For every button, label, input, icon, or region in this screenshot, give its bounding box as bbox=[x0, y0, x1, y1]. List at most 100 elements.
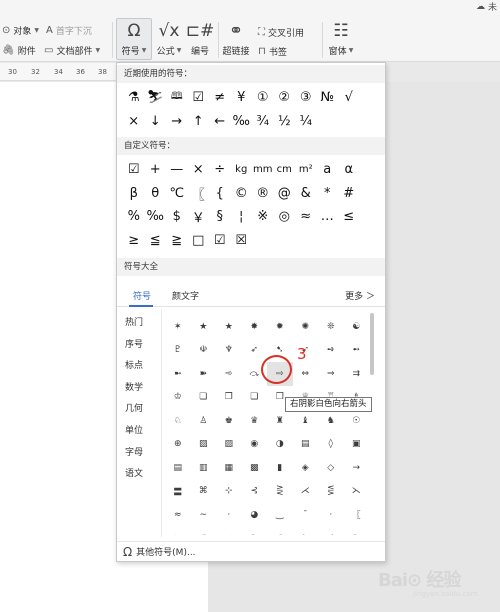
more-link[interactable]: 更多 ＞ bbox=[345, 289, 375, 302]
recent-symbol-cell[interactable]: ≠ bbox=[209, 86, 231, 110]
custom-symbol-cell[interactable]: § bbox=[209, 205, 231, 229]
library-symbol-cell[interactable]: ◇ bbox=[318, 456, 344, 480]
library-symbol-cell[interactable]: · bbox=[318, 503, 344, 527]
recent-symbol-cell[interactable]: ↓ bbox=[145, 110, 167, 134]
recent-symbol-cell[interactable]: ☑ bbox=[188, 86, 210, 110]
recent-symbol-cell[interactable]: ① bbox=[252, 86, 274, 110]
library-symbol-cell[interactable]: ★ bbox=[216, 315, 242, 339]
recent-symbol-cell[interactable]: № bbox=[317, 86, 339, 110]
custom-symbol-cell[interactable]: ¦ bbox=[231, 205, 253, 229]
cloud-status[interactable]: ☁ 未 bbox=[476, 0, 497, 14]
library-symbol-cell[interactable]: ✶ bbox=[165, 315, 191, 339]
custom-symbol-cell[interactable]: ≧ bbox=[166, 229, 188, 253]
symbol-scrollbar[interactable] bbox=[370, 313, 375, 535]
recent-symbol-cell[interactable]: ← bbox=[209, 110, 231, 134]
library-symbol-cell[interactable]: ⇘ bbox=[293, 527, 319, 535]
library-symbol-cell[interactable]: → bbox=[344, 456, 370, 480]
library-symbol-cell[interactable]: ▥ bbox=[191, 456, 217, 480]
formula-button[interactable]: √x 公式 ▼ bbox=[152, 18, 186, 57]
recent-symbol-cell[interactable]: ¥ bbox=[231, 86, 253, 110]
custom-symbol-cell[interactable]: @ bbox=[274, 182, 296, 206]
library-symbol-cell[interactable]: ➽ bbox=[191, 362, 217, 386]
library-symbol-cell[interactable]: ⇔ bbox=[293, 362, 319, 386]
library-symbol-cell[interactable]: ▨ bbox=[216, 433, 242, 457]
library-symbol-cell[interactable]: ▣ bbox=[344, 433, 370, 457]
library-symbol-cell[interactable]: ♚ bbox=[216, 409, 242, 433]
custom-symbol-cell[interactable]: □ bbox=[188, 229, 210, 253]
custom-symbol-cell[interactable]: mm bbox=[252, 158, 274, 182]
library-symbol-cell[interactable]: 〖 bbox=[344, 503, 370, 527]
form-button[interactable]: ☷ 窗体 ▼ bbox=[324, 18, 358, 57]
hyperlink-button[interactable]: ⚭ 超链接 bbox=[219, 18, 253, 57]
library-symbol-cell[interactable]: ♜ bbox=[267, 409, 293, 433]
recent-symbol-cell[interactable]: ⚗ bbox=[123, 86, 145, 110]
custom-symbol-cell[interactable]: ≤ bbox=[338, 205, 360, 229]
library-symbol-cell[interactable]: ♛ bbox=[242, 409, 268, 433]
library-symbol-cell[interactable]: ✺ bbox=[293, 315, 319, 339]
custom-symbol-cell[interactable]: ￥ bbox=[188, 205, 210, 229]
recent-symbol-cell[interactable]: ⛷ bbox=[145, 86, 167, 110]
library-symbol-cell[interactable]: ☉ bbox=[344, 409, 370, 433]
custom-symbol-cell[interactable]: ☒ bbox=[231, 229, 253, 253]
tab-symbol[interactable]: 符号 bbox=[133, 289, 151, 302]
custom-symbol-cell[interactable]: … bbox=[317, 205, 339, 229]
category-item[interactable]: 字母 bbox=[125, 443, 159, 465]
library-symbol-cell[interactable]: ➶ bbox=[242, 339, 268, 363]
library-symbol-cell[interactable]: ★ bbox=[191, 315, 217, 339]
library-symbol-cell[interactable]: ✸ bbox=[242, 315, 268, 339]
tab-emoticon[interactable]: 颜文字 bbox=[172, 289, 199, 302]
library-symbol-cell[interactable]: ↗ bbox=[191, 527, 217, 535]
library-symbol-cell[interactable]: ♇ bbox=[165, 339, 191, 363]
library-symbol-cell[interactable]: ⌘ bbox=[191, 480, 217, 504]
category-item[interactable]: 几何 bbox=[125, 399, 159, 421]
library-symbol-cell[interactable]: ➼ bbox=[165, 362, 191, 386]
custom-symbol-cell[interactable]: ◎ bbox=[274, 205, 296, 229]
library-symbol-cell[interactable]: ♝ bbox=[293, 409, 319, 433]
library-symbol-cell[interactable]: ✹ bbox=[267, 315, 293, 339]
library-symbol-cell[interactable]: ♔ bbox=[165, 386, 191, 410]
custom-symbol-cell[interactable]: ≦ bbox=[145, 229, 167, 253]
custom-symbol-cell[interactable]: ÷ bbox=[209, 158, 231, 182]
library-symbol-cell[interactable]: ❑ bbox=[242, 386, 268, 410]
category-item[interactable]: 标点 bbox=[125, 356, 159, 378]
custom-symbol-cell[interactable]: © bbox=[231, 182, 253, 206]
library-symbol-cell[interactable]: ▦ bbox=[216, 456, 242, 480]
recent-symbol-cell[interactable]: × bbox=[123, 110, 145, 134]
custom-symbol-cell[interactable]: ※ bbox=[252, 205, 274, 229]
library-symbol-cell[interactable]: ➾ bbox=[216, 362, 242, 386]
library-symbol-cell[interactable]: ♆ bbox=[216, 339, 242, 363]
library-symbol-cell[interactable]: ◑ bbox=[267, 433, 293, 457]
library-symbol-cell[interactable]: ➺ bbox=[318, 339, 344, 363]
library-symbol-cell[interactable]: ❐ bbox=[216, 386, 242, 410]
custom-symbol-cell[interactable]: — bbox=[166, 158, 188, 182]
dropcap-button[interactable]: A 首字下沉 bbox=[46, 24, 92, 37]
library-symbol-cell[interactable]: ❏ bbox=[191, 386, 217, 410]
library-symbol-cell[interactable]: ↘ bbox=[165, 527, 191, 535]
crossref-button[interactable]: ⛶ 交叉引用 bbox=[258, 26, 304, 39]
custom-symbol-cell[interactable]: ‰ bbox=[145, 205, 167, 229]
recent-symbol-cell[interactable]: ½ bbox=[274, 110, 296, 134]
custom-symbol-cell[interactable]: θ bbox=[145, 182, 167, 206]
scrollbar-thumb[interactable] bbox=[370, 313, 374, 375]
library-symbol-cell[interactable]: ♘ bbox=[165, 409, 191, 433]
recent-symbol-cell[interactable]: ③ bbox=[295, 86, 317, 110]
recent-symbol-cell[interactable]: ¼ bbox=[295, 110, 317, 134]
recent-symbol-cell[interactable]: ¾ bbox=[252, 110, 274, 134]
library-symbol-cell[interactable]: ↖ bbox=[242, 527, 268, 535]
custom-symbol-cell[interactable]: & bbox=[295, 182, 317, 206]
library-symbol-cell[interactable]: ⋌ bbox=[293, 480, 319, 504]
custom-symbol-cell[interactable]: ® bbox=[252, 182, 274, 206]
custom-symbol-cell[interactable]: $ bbox=[166, 205, 188, 229]
library-symbol-cell[interactable]: ⊹ bbox=[216, 480, 242, 504]
custom-symbol-cell[interactable]: * bbox=[317, 182, 339, 206]
library-symbol-cell[interactable]: ⇒ bbox=[318, 362, 344, 386]
object-button[interactable]: ⊙ 对象 ▼ bbox=[2, 24, 39, 37]
attachment-button[interactable]: 🖇 附件 bbox=[2, 44, 36, 57]
recent-symbol-cell[interactable]: ↑ bbox=[188, 110, 210, 134]
custom-symbol-cell[interactable]: α bbox=[338, 158, 360, 182]
library-symbol-cell[interactable]: ❊ bbox=[318, 315, 344, 339]
category-item[interactable]: 序号 bbox=[125, 335, 159, 357]
recent-symbol-cell[interactable]: ② bbox=[274, 86, 296, 110]
custom-symbol-cell[interactable]: 〖 bbox=[188, 182, 210, 206]
custom-symbol-cell[interactable]: { bbox=[209, 182, 231, 206]
